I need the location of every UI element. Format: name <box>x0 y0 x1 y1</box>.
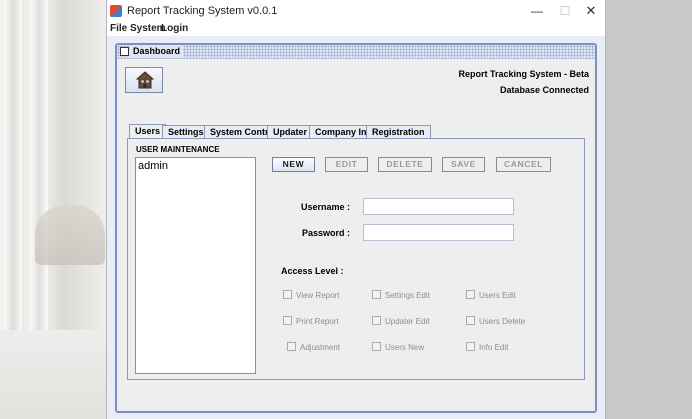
tab-users[interactable]: Users <box>129 124 167 139</box>
checkbox-label: Adjustment <box>300 343 341 352</box>
tab-registration[interactable]: Registration <box>366 125 431 138</box>
menu-bar: File System Login <box>107 22 605 36</box>
desktop-background <box>0 0 106 419</box>
java-app-icon <box>110 5 122 17</box>
checkbox-box <box>283 316 292 325</box>
new-button[interactable]: NEW <box>272 157 315 172</box>
checkbox-users-edit[interactable]: Users Edit <box>466 290 516 300</box>
password-input[interactable] <box>363 224 514 241</box>
access-level-label: Access Level : <box>281 266 344 276</box>
checkbox-box <box>466 342 475 351</box>
checkbox-box <box>372 316 381 325</box>
checkbox-label: Users Edit <box>479 291 516 300</box>
home-icon <box>136 71 154 89</box>
checkbox-label: View Report <box>296 291 340 300</box>
checkbox-box <box>466 316 475 325</box>
checkbox-view-report[interactable]: View Report <box>283 290 339 300</box>
delete-button[interactable]: DELETE <box>378 157 432 172</box>
floor-decoration <box>0 330 106 419</box>
frame-icon <box>120 47 129 56</box>
checkbox-users-new[interactable]: Users New <box>372 342 424 352</box>
username-label: Username : <box>300 202 350 212</box>
checkbox-box <box>283 290 292 299</box>
list-item[interactable]: admin <box>138 160 168 172</box>
checkbox-label: Users Delete <box>479 317 526 326</box>
system-title: Report Tracking System - Beta <box>458 69 589 79</box>
cancel-button[interactable]: CANCEL <box>496 157 551 172</box>
desktop-background-right <box>606 0 692 419</box>
tab-updater[interactable]: Updater <box>267 125 314 138</box>
checkbox-adjustment[interactable]: Adjustment <box>287 342 340 352</box>
desktop-pane: Dashboard Report Tracking System - Beta … <box>107 36 605 419</box>
home-button[interactable] <box>125 67 163 93</box>
title-bar[interactable]: Report Tracking System v0.0.1 — ☐ ✕ <box>107 0 605 22</box>
close-button[interactable]: ✕ <box>577 0 605 22</box>
internal-frame-title: Dashboard <box>130 45 184 58</box>
window-title: Report Tracking System v0.0.1 <box>127 5 278 17</box>
chair-decoration <box>35 205 105 265</box>
section-label: USER MAINTENANCE <box>136 145 220 154</box>
checkbox-updater-edit[interactable]: Updater Edit <box>372 316 429 326</box>
checkbox-label: Users New <box>385 343 425 352</box>
checkbox-info-edit[interactable]: Info Edit <box>466 342 508 352</box>
checkbox-label: Info Edit <box>479 343 509 352</box>
database-status: Database Connected <box>499 85 589 95</box>
curtain-decoration <box>30 0 48 330</box>
tab-settings[interactable]: Settings <box>162 125 210 138</box>
menu-login[interactable]: Login <box>161 23 188 34</box>
menu-file[interactable]: File <box>110 23 127 34</box>
checkbox-box <box>372 290 381 299</box>
app-window: Report Tracking System v0.0.1 — ☐ ✕ File… <box>106 0 606 419</box>
maximize-button[interactable]: ☐ <box>551 0 579 22</box>
username-input[interactable] <box>363 198 514 215</box>
checkbox-box <box>287 342 296 351</box>
checkbox-settings-edit[interactable]: Settings Edit <box>372 290 430 300</box>
checkbox-box <box>372 342 381 351</box>
dashboard-internal-frame: Dashboard Report Tracking System - Beta … <box>115 43 597 413</box>
curtain-decoration <box>4 0 22 330</box>
user-list[interactable]: admin <box>135 157 256 374</box>
minimize-button[interactable]: — <box>523 0 551 22</box>
users-tab-panel: USER MAINTENANCE admin NEW EDIT DELETE S… <box>127 138 585 380</box>
internal-frame-title-bar[interactable]: Dashboard <box>117 45 595 59</box>
edit-button[interactable]: EDIT <box>325 157 368 172</box>
checkbox-label: Settings Edit <box>385 291 430 300</box>
checkbox-box <box>466 290 475 299</box>
checkbox-users-delete[interactable]: Users Delete <box>466 316 525 326</box>
checkbox-label: Print Report <box>296 317 339 326</box>
password-label: Password : <box>301 228 350 238</box>
save-button[interactable]: SAVE <box>442 157 485 172</box>
checkbox-label: Updater Edit <box>385 317 430 326</box>
checkbox-print-report[interactable]: Print Report <box>283 316 339 326</box>
